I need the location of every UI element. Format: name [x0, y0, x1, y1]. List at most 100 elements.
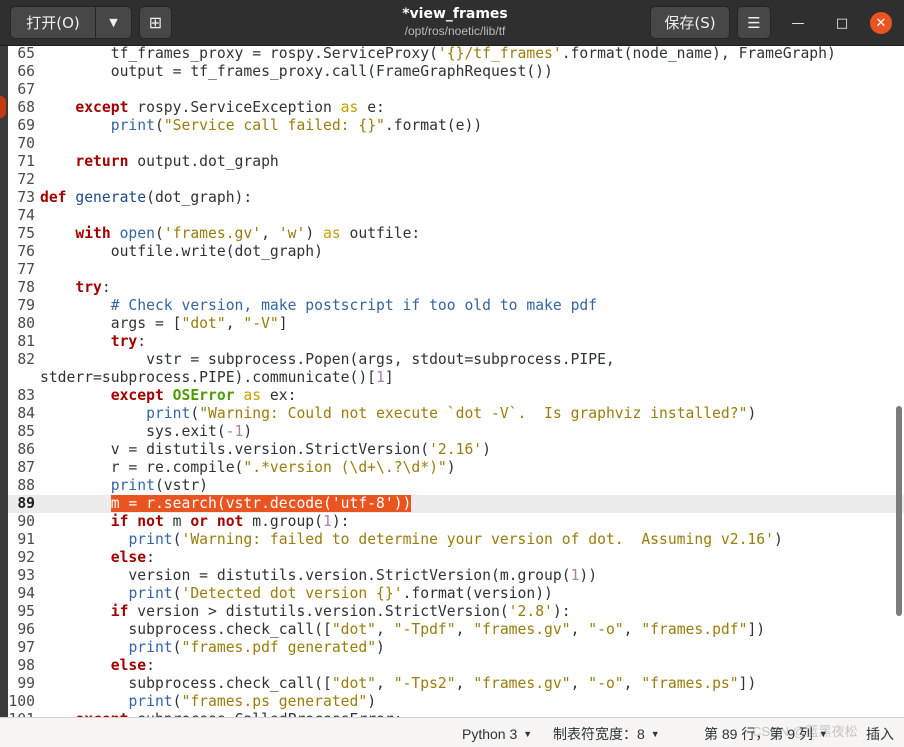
language-label: Python 3 [462, 726, 518, 742]
chevron-down-icon: ▼ [650, 729, 660, 739]
code-line[interactable]: 72 [8, 171, 904, 189]
language-selector[interactable]: Python 3 ▼ [462, 724, 532, 744]
code-line[interactable]: 68 except rospy.ServiceException as e: [8, 99, 904, 117]
code-line[interactable]: 100 print("frames.ps generated") [8, 693, 904, 711]
code-line[interactable]: 80 args = ["dot", "-V"] [8, 315, 904, 333]
minimize-button[interactable]: — [787, 12, 809, 34]
line-number: 95 [17, 603, 35, 620]
code-text: r = re.compile(".*version (\d+\.?\d*)") [40, 459, 456, 476]
open-button[interactable]: 打开(O) [10, 6, 96, 39]
line-number: 85 [17, 423, 35, 440]
line-number: 98 [17, 657, 35, 674]
code-line[interactable]: 69 print("Service call failed: {}".forma… [8, 117, 904, 135]
code-text: tf_frames_proxy = rospy.ServiceProxy('{}… [40, 46, 836, 62]
code-text: try: [75, 279, 111, 296]
code-line[interactable]: 93 version = distutils.version.StrictVer… [8, 567, 904, 585]
code-line[interactable]: 92 else: [8, 549, 904, 567]
maximize-button[interactable]: □ [831, 12, 853, 34]
line-number: 78 [17, 279, 35, 296]
line-number: 65 [17, 46, 35, 62]
window-title: *view_frames [402, 6, 508, 22]
status-bar: CSDN @蓝黑夜松 Python 3 ▼ 制表符宽度：8 ▼ 第 89 行，第… [0, 717, 904, 747]
code-line[interactable]: 89 m = r.search(vstr.decode('utf-8')) [8, 495, 904, 513]
close-button[interactable]: ✕ [870, 12, 892, 34]
close-icon: ✕ [875, 15, 887, 31]
line-number: 92 [17, 549, 35, 566]
code-line[interactable]: 74 [8, 207, 904, 225]
code-line[interactable]: 71 return output.dot_graph [8, 153, 904, 171]
cursor-position-selector[interactable]: 第 89 行，第 9 列 ▼ [704, 724, 828, 744]
line-number: 90 [17, 513, 35, 530]
code-line[interactable]: 75 with open('frames.gv', 'w') as outfil… [8, 225, 904, 243]
window-subtitle: /opt/ros/noetic/lib/tf [404, 24, 506, 38]
line-number: 77 [17, 261, 35, 278]
code-line[interactable]: 83 except OSError as ex: [8, 387, 904, 405]
code-text: if not m or not m.group(1): [110, 513, 350, 530]
code-line[interactable]: 98 else: [8, 657, 904, 675]
line-number: 99 [17, 675, 35, 692]
code-line[interactable]: 66 output = tf_frames_proxy.call(FrameGr… [8, 63, 904, 81]
code-line[interactable]: 90 if not m or not m.group(1): [8, 513, 904, 531]
insert-mode-indicator[interactable]: 插入 [866, 724, 894, 744]
code-line[interactable]: 77 [8, 261, 904, 279]
code-line[interactable]: 84 print("Warning: Could not execute `do… [8, 405, 904, 423]
cursor-position-label: 第 89 行，第 9 列 [704, 726, 813, 742]
code-line[interactable]: 96 subprocess.check_call(["dot", "-Tpdf"… [8, 621, 904, 639]
open-menu-button[interactable]: ▼ [95, 6, 132, 39]
line-number: 68 [17, 99, 35, 116]
code-text: else: [110, 549, 155, 566]
tab-width-selector[interactable]: 制表符宽度：8 ▼ [553, 724, 660, 744]
line-number: 74 [17, 207, 35, 224]
code-line[interactable]: 67 [8, 81, 904, 99]
code-text: print('Warning: failed to determine your… [128, 531, 783, 548]
code-line[interactable]: 88 print(vstr) [8, 477, 904, 495]
code-line[interactable]: 97 print("frames.pdf generated") [8, 639, 904, 657]
code-line[interactable]: 87 r = re.compile(".*version (\d+\.?\d*)… [8, 459, 904, 477]
code-text: version = distutils.version.StrictVersio… [40, 567, 598, 584]
code-text: print('Detected dot version {}'.format(v… [128, 585, 553, 602]
line-number: 84 [17, 405, 35, 422]
code-line[interactable]: 65 tf_frames_proxy = rospy.ServiceProxy(… [8, 46, 904, 63]
code-line[interactable]: 99 subprocess.check_call(["dot", "-Tps2"… [8, 675, 904, 693]
code-line-wrapped[interactable]: stderr=subprocess.PIPE).communicate()[1] [8, 369, 904, 387]
hamburger-menu-button[interactable]: ☰ [737, 6, 771, 39]
vertical-scrollbar[interactable] [894, 46, 904, 717]
window-edge-marker [0, 96, 6, 118]
code-line[interactable]: 94 print('Detected dot version {}'.forma… [8, 585, 904, 603]
code-line[interactable]: 79 # Check version, make postscript if t… [8, 297, 904, 315]
code-text: print("Service call failed: {}".format(e… [110, 117, 483, 134]
code-text: if version > distutils.version.StrictVer… [110, 603, 571, 620]
code-line[interactable]: 82 vstr = subprocess.Popen(args, stdout=… [8, 351, 904, 369]
code-line[interactable]: 95 if version > distutils.version.Strict… [8, 603, 904, 621]
code-editor[interactable]: 65 tf_frames_proxy = rospy.ServiceProxy(… [8, 46, 904, 717]
line-number: 79 [17, 297, 35, 314]
code-text: v = distutils.version.StrictVersion('2.1… [40, 441, 491, 458]
code-text: return output.dot_graph [75, 153, 279, 170]
code-line[interactable]: 86 v = distutils.version.StrictVersion('… [8, 441, 904, 459]
code-line[interactable]: 91 print('Warning: failed to determine y… [8, 531, 904, 549]
code-text: sys.exit(-1) [40, 423, 253, 440]
line-number: 81 [17, 333, 35, 350]
code-line[interactable]: 70 [8, 135, 904, 153]
code-text: subprocess.check_call(["dot", "-Tps2", "… [40, 675, 757, 692]
code-text: print("frames.pdf generated") [128, 639, 385, 656]
scrollbar-thumb[interactable] [896, 406, 902, 616]
code-line[interactable]: 78 try: [8, 279, 904, 297]
code-line[interactable]: 73 def generate(dot_graph): [8, 189, 904, 207]
line-number: 71 [17, 153, 35, 170]
code-text: outfile.write(dot_graph) [40, 243, 323, 260]
code-text: with open('frames.gv', 'w') as outfile: [75, 225, 421, 242]
line-number: 96 [17, 621, 35, 638]
code-text: except OSError as ex: [110, 387, 297, 404]
line-number: 70 [17, 135, 35, 152]
code-text: try: [110, 333, 147, 350]
line-number: 73 [17, 189, 35, 206]
code-line[interactable]: 81 try: [8, 333, 904, 351]
line-number: 94 [17, 585, 35, 602]
hamburger-icon: ☰ [747, 13, 761, 32]
save-button[interactable]: 保存(S) [650, 6, 730, 39]
code-line[interactable]: 85 sys.exit(-1) [8, 423, 904, 441]
line-number: 97 [17, 639, 35, 656]
new-tab-button[interactable]: ⊞ [139, 6, 172, 39]
code-line[interactable]: 76 outfile.write(dot_graph) [8, 243, 904, 261]
